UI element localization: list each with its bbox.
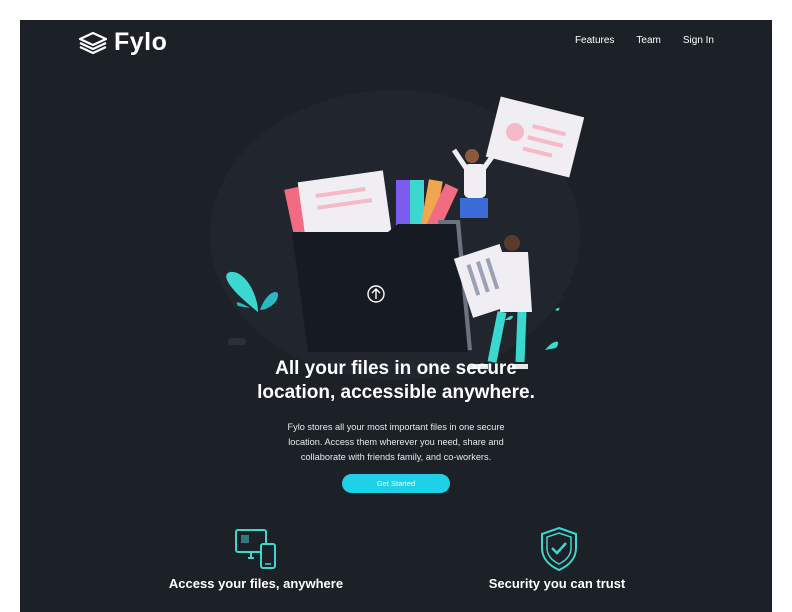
hero-illustration [226, 96, 585, 369]
hero-description-line1: Fylo stores all your most important file… [287, 422, 505, 432]
devices-icon [235, 529, 276, 569]
hero-title: All your files in one secure location, a… [20, 357, 772, 405]
logo[interactable]: Fylo [78, 28, 167, 57]
hero-description-line3: collaborate with friends family, and co-… [300, 452, 492, 462]
get-started-button[interactable]: Get Started [342, 474, 450, 493]
page: Fylo Features Team Sign In All your file… [20, 20, 772, 612]
nav-link-sign-in[interactable]: Sign In [683, 35, 714, 46]
hero-title-line1: All your files in one secure [275, 358, 517, 379]
brand-name: Fylo [114, 28, 168, 56]
layers-logo-icon [78, 31, 108, 54]
main-nav: Features Team Sign In [575, 35, 714, 46]
nav-link-team[interactable]: Team [636, 35, 660, 46]
hero-description: Fylo stores all your most important file… [266, 420, 526, 465]
feature-security-title: Security you can trust [488, 576, 626, 591]
shield-check-icon [541, 526, 577, 572]
hero-description-line2: location. Access them wherever you need,… [288, 437, 504, 447]
nav-link-features[interactable]: Features [575, 35, 614, 46]
hero-title-line2: location, accessible anywhere. [257, 382, 535, 403]
feature-access-title: Access your files, anywhere [168, 576, 344, 591]
